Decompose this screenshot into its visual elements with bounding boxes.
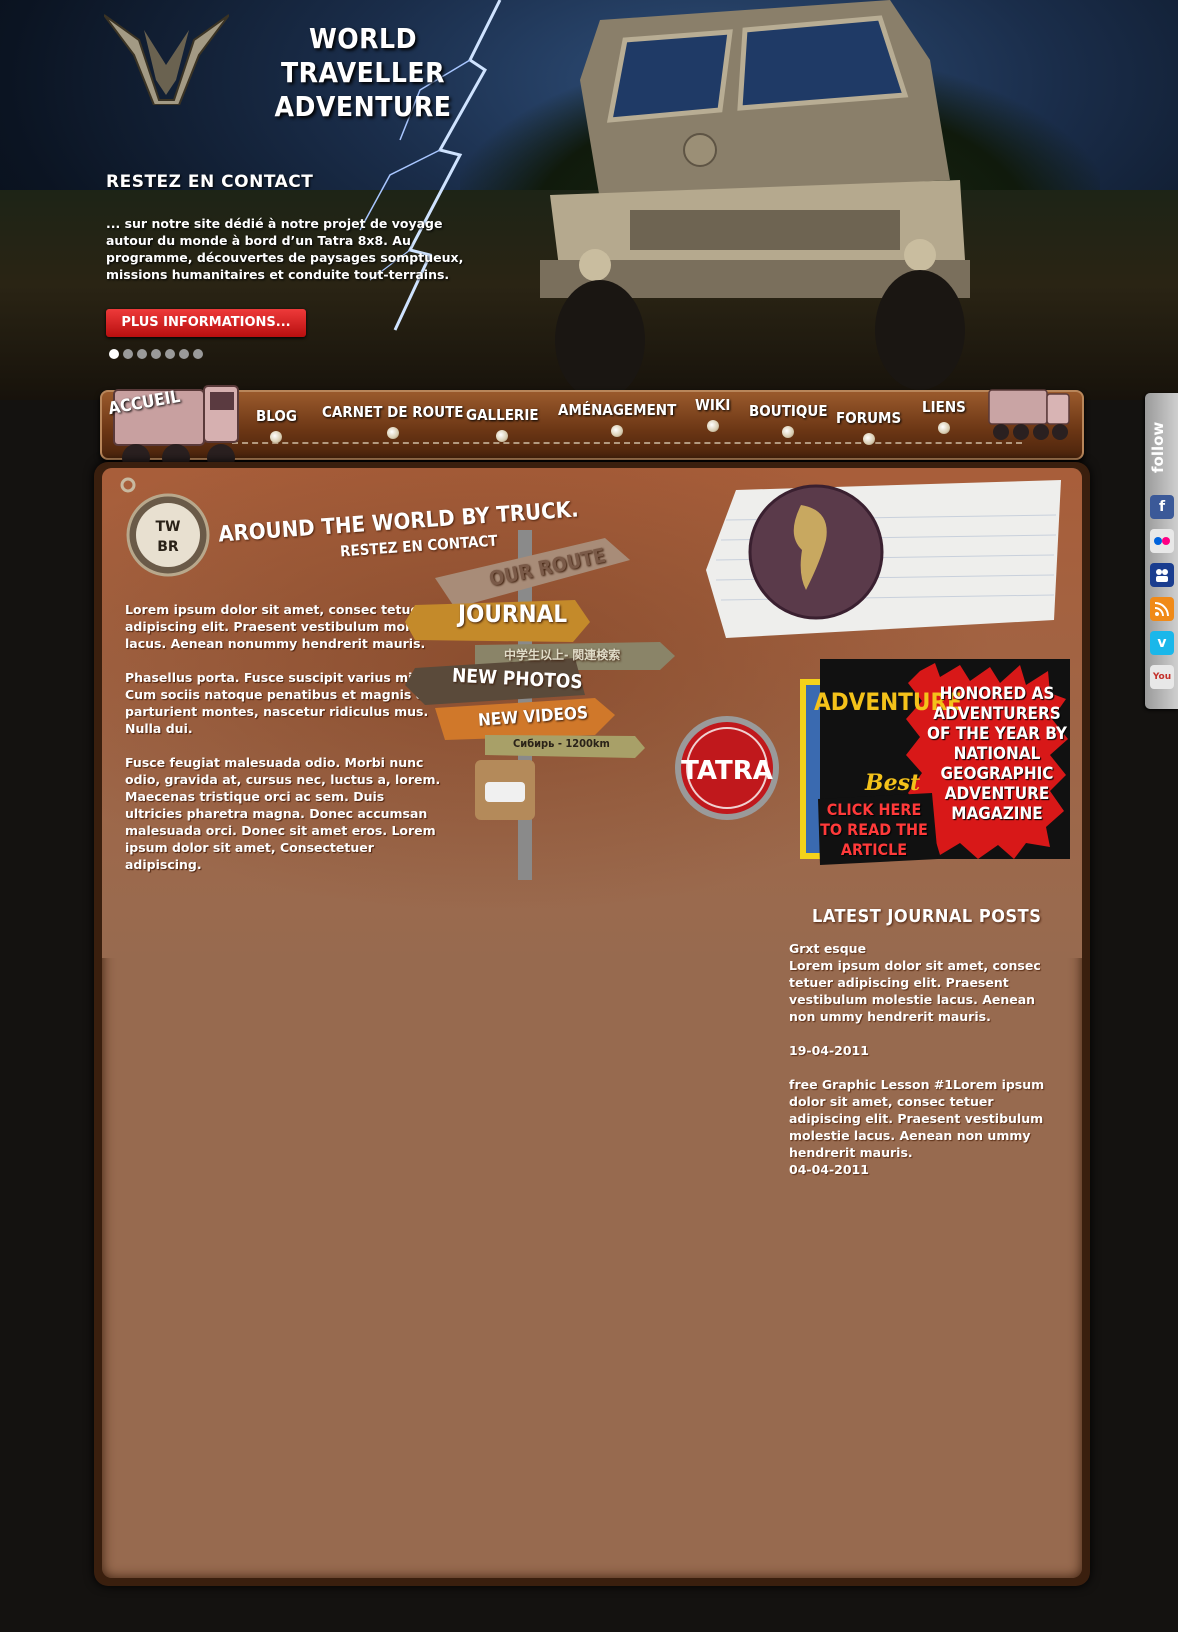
slide-dot[interactable] [165,349,175,359]
nav-knob [782,426,795,438]
follow-sidebar: follow f v You [1145,393,1178,709]
tatra-logo-badge[interactable]: TATRA [672,713,782,823]
youtube-icon[interactable]: You [1150,665,1174,689]
post-date: 19-04-2011 [789,1043,869,1058]
read-article-link[interactable]: CLICK HERE TO READ THE ARTICLE [814,800,934,860]
nav-label: GALLERIE [466,406,539,424]
brand-title: WORLD TRAVELLER ADVENTURE [238,22,488,124]
slide-dot[interactable] [179,349,189,359]
slide-dot[interactable] [123,349,133,359]
nav-knob [937,422,950,434]
torn-paper-globe [706,480,1061,638]
flickr-icon[interactable] [1150,529,1174,553]
post-title[interactable]: free Graphic Lesson #1 [789,1077,953,1092]
tatra-truck-photo [540,0,970,400]
nav-knob [496,430,509,442]
nav-item-boutique[interactable]: BOUTIQUE [749,402,828,438]
slide-dot[interactable] [193,349,203,359]
journal-sign[interactable]: JOURNAL [458,600,567,628]
chinese-sign: 中学生以上- 関連検索 [504,648,621,662]
brand-line2: ADVENTURE [274,90,452,123]
badge-text-top: TW [156,519,181,535]
nav-label: BLOG [256,407,297,425]
nav-label: LIENS [922,398,966,416]
slider-pagination [109,349,203,359]
nav-item-wiki[interactable]: WIKI [695,396,730,432]
vimeo-icon[interactable]: v [1150,631,1174,655]
brand-line1: WORLD TRAVELLER [280,22,446,89]
nav-knob [611,425,624,437]
hero-heading: RESTEZ EN CONTACT [106,172,314,192]
post-item[interactable]: free Graphic Lesson #1Lorem ipsum dolor … [789,1076,1059,1178]
latest-posts-heading: LATEST JOURNAL POSTS [812,906,1042,927]
nav-knob [270,431,283,443]
nav-label: WIKI [695,396,731,414]
myspace-icon[interactable] [1150,563,1174,587]
nav-stitching [232,442,1022,444]
more-info-button[interactable]: PLUS INFORMATIONS... [106,309,306,337]
nav-item-gallerie[interactable]: GALLERIE [466,406,539,442]
latest-posts-list: Grxt esque Lorem ipsum dolor sit amet, c… [789,940,1059,1195]
intro-paragraph: Fusce feugiat malesuada odio. Morbi nunc… [125,755,441,872]
nav-label: AMÉNAGEMENT [558,401,677,419]
nav-label: CARNET DE ROUTE [322,403,464,421]
tatra-badge-text: TATRA [681,756,773,786]
nav-item-blog[interactable]: BLOG [256,407,297,443]
post-body: Lorem ipsum dolor sit amet, consec tetue… [789,958,1041,1024]
hero-description: ... sur notre site dédié à notre projet … [106,216,464,282]
facebook-icon[interactable]: f [1150,495,1174,519]
nav-label: BOUTIQUE [749,402,828,420]
winged-w-logo-icon [104,14,229,105]
post-item[interactable]: Grxt esque Lorem ipsum dolor sit amet, c… [789,940,1059,1059]
pink-truck-icon [988,389,1070,440]
magazine-best: Best [865,770,921,796]
magazine-honor-text: HONORED AS ADVENTURERS OF THE YEAR BY NA… [926,684,1068,824]
post-title[interactable]: Grxt esque [789,940,1059,957]
twbr-compass-badge: TW BR [120,477,210,577]
slide-dot[interactable] [151,349,161,359]
rss-icon[interactable] [1150,597,1174,621]
nav-item-carnet-de-route[interactable]: CARNET DE ROUTE [322,403,464,439]
slide-dot[interactable] [137,349,147,359]
post-date: 04-04-2011 [789,1162,869,1177]
intro-paragraph: Lorem ipsum dolor sit amet, consec tetue… [125,602,445,651]
nav-item-liens[interactable]: LIENS [922,398,966,434]
slide-dot[interactable] [109,349,119,359]
siberia-sign: Сибирь - 1200km [513,737,610,750]
follow-label: follow [1149,421,1167,473]
nav-knob [386,427,399,439]
intro-text: Lorem ipsum dolor sit amet, consec tetue… [125,601,445,890]
nav-item-forums[interactable]: FORUMS [836,409,901,445]
nav-knob [862,433,875,445]
hero-banner: WORLD TRAVELLER ADVENTURE RESTEZ EN CONT… [0,0,1178,400]
nav-label: FORUMS [836,409,902,427]
intro-paragraph: Phasellus porta. Fusce suscipit varius m… [125,670,437,736]
nav-knob [706,420,719,432]
badge-text-bottom: BR [157,539,179,555]
page: WORLD TRAVELLER ADVENTURE RESTEZ EN CONT… [0,0,1178,1632]
nav-item-amenagement[interactable]: AMÉNAGEMENT [558,401,676,437]
